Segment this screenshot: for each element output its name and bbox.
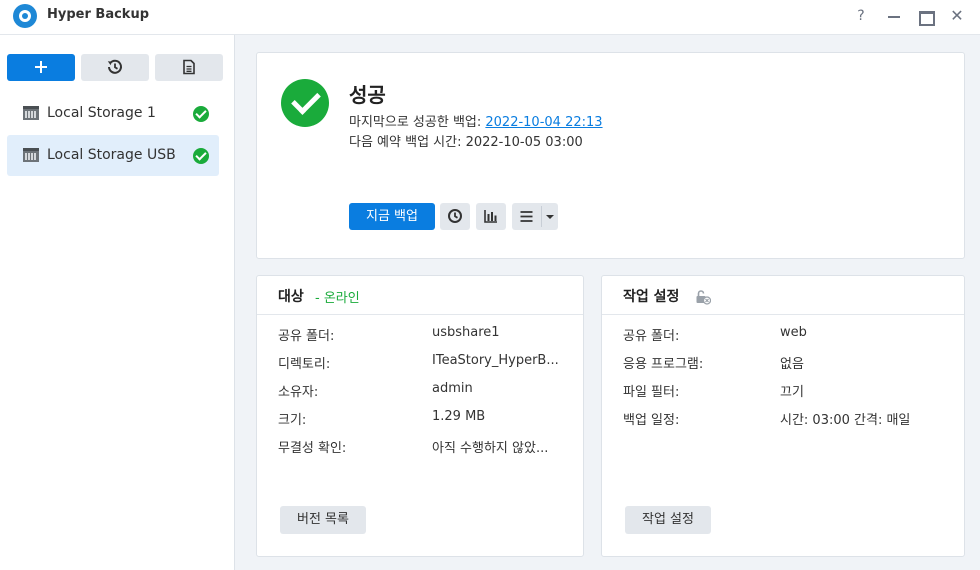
history-icon bbox=[107, 59, 122, 74]
task-settings-button[interactable]: 작업 설정 bbox=[625, 506, 711, 534]
title-bar: Hyper Backup ? ✕ bbox=[0, 0, 980, 35]
bar-chart-icon bbox=[484, 210, 497, 223]
version-list-button[interactable]: 버전 목록 bbox=[280, 506, 366, 534]
integrity-check-value: 아직 수행하지 않았... bbox=[432, 441, 549, 456]
size-label: 크기: bbox=[278, 413, 307, 428]
document-icon bbox=[183, 59, 195, 75]
schedule-button[interactable] bbox=[440, 203, 470, 230]
directory-value: ITeaStory_HyperB... bbox=[432, 353, 559, 368]
restore-button[interactable] bbox=[81, 54, 149, 81]
integrity-check-label: 무결성 확인: bbox=[278, 441, 347, 456]
maximize-button[interactable] bbox=[914, 5, 936, 27]
backup-schedule-label: 백업 일정: bbox=[623, 413, 680, 428]
owner-value: admin bbox=[432, 381, 473, 396]
target-card: 대상 - 온라인 공유 폴더: usbshare1 디렉토리: ITeaStor… bbox=[256, 275, 584, 557]
success-check-icon bbox=[193, 148, 209, 164]
last-backup-label: 마지막으로 성공한 백업: bbox=[349, 115, 486, 130]
shared-folder-label: 공유 폴더: bbox=[278, 329, 335, 344]
statistics-button[interactable] bbox=[476, 203, 506, 230]
last-backup-line: 마지막으로 성공한 백업: 2022-10-04 22:13 bbox=[349, 111, 603, 130]
nas-storage-icon bbox=[23, 106, 39, 120]
target-card-header: 대상 - 온라인 bbox=[257, 276, 583, 315]
backup-now-button[interactable]: 지금 백업 bbox=[349, 203, 435, 230]
settings-shared-folder-label: 공유 폴더: bbox=[623, 329, 680, 344]
unlock-icon bbox=[696, 290, 711, 305]
sidebar-item-local-storage-usb[interactable]: Local Storage USB bbox=[7, 135, 219, 176]
close-button[interactable]: ✕ bbox=[946, 5, 968, 27]
size-value: 1.29 MB bbox=[432, 409, 486, 424]
sidebar-item-local-storage-1[interactable]: Local Storage 1 bbox=[7, 93, 219, 134]
menu-icon bbox=[520, 211, 533, 222]
next-backup-value: 2022-10-05 03:00 bbox=[465, 135, 583, 150]
owner-label: 소유자: bbox=[278, 385, 319, 400]
success-check-icon bbox=[193, 106, 209, 122]
nas-storage-icon bbox=[23, 148, 39, 162]
application-label: 응용 프로그램: bbox=[623, 357, 704, 372]
directory-label: 디렉토리: bbox=[278, 357, 331, 372]
last-backup-link[interactable]: 2022-10-04 22:13 bbox=[485, 115, 602, 130]
help-button[interactable]: ? bbox=[850, 5, 872, 27]
next-backup-line: 다음 예약 백업 시간: 2022-10-05 03:00 bbox=[349, 131, 583, 150]
task-settings-card-header: 작업 설정 bbox=[602, 276, 964, 315]
task-settings-card: 작업 설정 공유 폴더: web 응용 프로그램: 없음 파일 필터: 끄기 백… bbox=[601, 275, 965, 557]
status-title: 성공 bbox=[349, 83, 386, 107]
sidebar-item-label: Local Storage USB bbox=[47, 147, 176, 163]
application-value: 없음 bbox=[780, 357, 804, 372]
status-panel: 성공 마지막으로 성공한 백업: 2022-10-04 22:13 다음 예약 … bbox=[256, 52, 965, 259]
clock-icon bbox=[448, 209, 462, 223]
file-filter-label: 파일 필터: bbox=[623, 385, 680, 400]
file-filter-value: 끄기 bbox=[780, 385, 804, 400]
next-backup-label: 다음 예약 백업 시간: bbox=[349, 135, 466, 150]
sidebar: Local Storage 1 Local Storage USB bbox=[0, 35, 235, 570]
success-check-icon bbox=[281, 79, 329, 127]
hyper-backup-logo-icon bbox=[13, 4, 37, 28]
target-card-title: 대상 bbox=[278, 289, 304, 305]
shared-folder-value: usbshare1 bbox=[432, 325, 500, 340]
add-task-button[interactable] bbox=[7, 54, 75, 81]
chevron-down-icon bbox=[546, 215, 554, 219]
minimize-button[interactable] bbox=[883, 5, 905, 27]
menu-divider bbox=[541, 206, 542, 227]
more-actions-menu-button[interactable] bbox=[512, 203, 558, 230]
online-status: - 온라인 bbox=[315, 291, 360, 306]
settings-shared-folder-value: web bbox=[780, 325, 807, 340]
app-title: Hyper Backup bbox=[47, 7, 150, 22]
sidebar-item-label: Local Storage 1 bbox=[47, 105, 156, 121]
log-button[interactable] bbox=[155, 54, 223, 81]
backup-schedule-value: 시간: 03:00 간격: 매일 bbox=[780, 413, 911, 428]
task-settings-card-title: 작업 설정 bbox=[623, 289, 680, 305]
